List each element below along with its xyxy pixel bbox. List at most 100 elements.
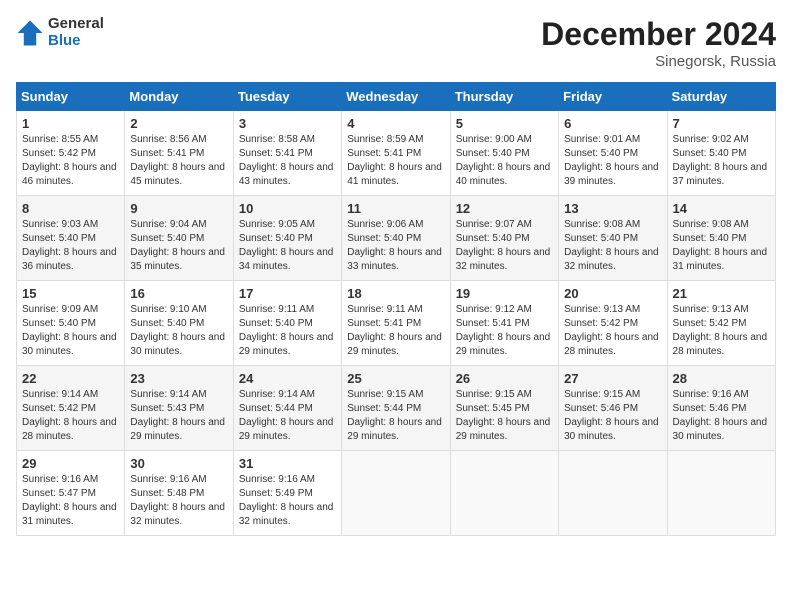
day-number: 1 [22,116,119,131]
day-number: 11 [347,201,444,216]
weekday-header-wednesday: Wednesday [342,83,450,111]
calendar-cell: 17 Sunrise: 9:11 AMSunset: 5:40 PMDayligh… [233,281,341,366]
day-detail: Sunrise: 9:12 AMSunset: 5:41 PMDaylight:… [456,304,551,357]
calendar-cell: 22Sunrise: 9:14 AMSunset: 5:42 PMDayligh… [17,366,125,451]
logo: General Blue [16,16,104,49]
calendar-cell: 7 Sunrise: 9:02 AMSunset: 5:40 PMDaylight… [667,111,775,196]
day-detail: Sunrise: 9:02 AMSunset: 5:40 PMDaylight:… [673,134,768,187]
calendar-week-3: 15 Sunrise: 9:09 AMSunset: 5:40 PMDayligh… [17,281,776,366]
day-detail: Sunrise: 9:00 AMSunset: 5:40 PMDaylight:… [456,134,551,187]
calendar-header: SundayMondayTuesdayWednesdayThursdayFrid… [17,83,776,111]
day-number: 16 [130,286,227,301]
location: Sinegorsk, Russia [541,53,776,70]
day-number: 28 [673,371,770,386]
calendar-cell: 10 Sunrise: 9:05 AMSunset: 5:40 PMDayligh… [233,196,341,281]
weekday-header-thursday: Thursday [450,83,558,111]
day-detail: Sunrise: 9:11 AMSunset: 5:41 PMDaylight:… [347,304,442,357]
day-number: 3 [239,116,336,131]
day-number: 19 [456,286,553,301]
calendar-cell: 15 Sunrise: 9:09 AMSunset: 5:40 PMDayligh… [17,281,125,366]
calendar-cell [667,451,775,536]
day-number: 9 [130,201,227,216]
day-detail: Sunrise: 9:14 AMSunset: 5:43 PMDaylight:… [130,389,225,442]
title-block: December 2024 Sinegorsk, Russia [541,16,776,70]
calendar-cell: 16Sunrise: 9:10 AMSunset: 5:40 PMDayligh… [125,281,233,366]
calendar-cell: 12Sunrise: 9:07 AMSunset: 5:40 PMDayligh… [450,196,558,281]
day-number: 26 [456,371,553,386]
day-number: 18 [347,286,444,301]
day-number: 14 [673,201,770,216]
day-detail: Sunrise: 8:59 AMSunset: 5:41 PMDaylight:… [347,134,442,187]
logo-icon [16,19,44,47]
calendar-cell: 28 Sunrise: 9:16 AMSunset: 5:46 PMDayligh… [667,366,775,451]
calendar-cell: 13 Sunrise: 9:08 AMSunset: 5:40 PMDayligh… [559,196,667,281]
calendar-cell: 24 Sunrise: 9:14 AMSunset: 5:44 PMDayligh… [233,366,341,451]
day-detail: Sunrise: 9:13 AMSunset: 5:42 PMDaylight:… [673,304,768,357]
day-number: 24 [239,371,336,386]
day-number: 4 [347,116,444,131]
day-number: 5 [456,116,553,131]
page-header: General Blue December 2024 Sinegorsk, Ru… [16,16,776,70]
day-detail: Sunrise: 9:08 AMSunset: 5:40 PMDaylight:… [564,219,659,272]
calendar-cell: 21 Sunrise: 9:13 AMSunset: 5:42 PMDayligh… [667,281,775,366]
day-detail: Sunrise: 9:06 AMSunset: 5:40 PMDaylight:… [347,219,442,272]
day-detail: Sunrise: 9:01 AMSunset: 5:40 PMDaylight:… [564,134,659,187]
calendar-week-1: 1 Sunrise: 8:55 AMSunset: 5:42 PMDaylight… [17,111,776,196]
day-detail: Sunrise: 8:55 AMSunset: 5:42 PMDaylight:… [22,134,117,187]
day-detail: Sunrise: 9:15 AMSunset: 5:44 PMDaylight:… [347,389,442,442]
day-detail: Sunrise: 9:16 AMSunset: 5:49 PMDaylight:… [239,474,334,527]
day-number: 31 [239,456,336,471]
day-number: 7 [673,116,770,131]
day-number: 6 [564,116,661,131]
weekday-row: SundayMondayTuesdayWednesdayThursdayFrid… [17,83,776,111]
calendar-cell: 11 Sunrise: 9:06 AMSunset: 5:40 PMDayligh… [342,196,450,281]
logo-blue: Blue [48,33,104,50]
calendar-cell: 2Sunrise: 8:56 AMSunset: 5:41 PMDaylight… [125,111,233,196]
day-detail: Sunrise: 9:04 AMSunset: 5:40 PMDaylight:… [130,219,225,272]
calendar-cell [342,451,450,536]
day-detail: Sunrise: 9:11 AMSunset: 5:40 PMDaylight:… [239,304,334,357]
day-number: 15 [22,286,119,301]
calendar-cell [559,451,667,536]
calendar-cell [450,451,558,536]
calendar-cell: 8 Sunrise: 9:03 AMSunset: 5:40 PMDaylight… [17,196,125,281]
day-number: 23 [130,371,227,386]
calendar-cell: 20Sunrise: 9:13 AMSunset: 5:42 PMDayligh… [559,281,667,366]
day-number: 13 [564,201,661,216]
day-number: 27 [564,371,661,386]
calendar-cell: 9 Sunrise: 9:04 AMSunset: 5:40 PMDaylight… [125,196,233,281]
calendar-cell: 29Sunrise: 9:16 AMSunset: 5:47 PMDayligh… [17,451,125,536]
day-number: 25 [347,371,444,386]
calendar-week-4: 22Sunrise: 9:14 AMSunset: 5:42 PMDayligh… [17,366,776,451]
calendar-cell: 30Sunrise: 9:16 AMSunset: 5:48 PMDayligh… [125,451,233,536]
calendar-cell: 19 Sunrise: 9:12 AMSunset: 5:41 PMDayligh… [450,281,558,366]
day-number: 8 [22,201,119,216]
day-detail: Sunrise: 9:16 AMSunset: 5:46 PMDaylight:… [673,389,768,442]
weekday-header-sunday: Sunday [17,83,125,111]
calendar-cell: 3Sunrise: 8:58 AMSunset: 5:41 PMDaylight… [233,111,341,196]
calendar-cell: 5 Sunrise: 9:00 AMSunset: 5:40 PMDaylight… [450,111,558,196]
day-detail: Sunrise: 9:16 AMSunset: 5:47 PMDaylight:… [22,474,117,527]
day-detail: Sunrise: 9:03 AMSunset: 5:40 PMDaylight:… [22,219,117,272]
calendar-cell: 31 Sunrise: 9:16 AMSunset: 5:49 PMDayligh… [233,451,341,536]
day-number: 22 [22,371,119,386]
day-detail: Sunrise: 9:09 AMSunset: 5:40 PMDaylight:… [22,304,117,357]
calendar-cell: 1 Sunrise: 8:55 AMSunset: 5:42 PMDaylight… [17,111,125,196]
day-number: 10 [239,201,336,216]
weekday-header-tuesday: Tuesday [233,83,341,111]
calendar-cell: 6 Sunrise: 9:01 AMSunset: 5:40 PMDaylight… [559,111,667,196]
weekday-header-friday: Friday [559,83,667,111]
day-number: 17 [239,286,336,301]
calendar-cell: 23 Sunrise: 9:14 AMSunset: 5:43 PMDayligh… [125,366,233,451]
day-detail: Sunrise: 8:56 AMSunset: 5:41 PMDaylight:… [130,134,225,187]
calendar-week-5: 29Sunrise: 9:16 AMSunset: 5:47 PMDayligh… [17,451,776,536]
day-number: 21 [673,286,770,301]
calendar-body: 1 Sunrise: 8:55 AMSunset: 5:42 PMDaylight… [17,111,776,536]
logo-text: General Blue [48,16,104,49]
calendar-cell: 27 Sunrise: 9:15 AMSunset: 5:46 PMDayligh… [559,366,667,451]
day-detail: Sunrise: 9:15 AMSunset: 5:46 PMDaylight:… [564,389,659,442]
day-detail: Sunrise: 9:16 AMSunset: 5:48 PMDaylight:… [130,474,225,527]
day-detail: Sunrise: 9:05 AMSunset: 5:40 PMDaylight:… [239,219,334,272]
day-detail: Sunrise: 9:14 AMSunset: 5:44 PMDaylight:… [239,389,334,442]
calendar-cell: 25 Sunrise: 9:15 AMSunset: 5:44 PMDayligh… [342,366,450,451]
